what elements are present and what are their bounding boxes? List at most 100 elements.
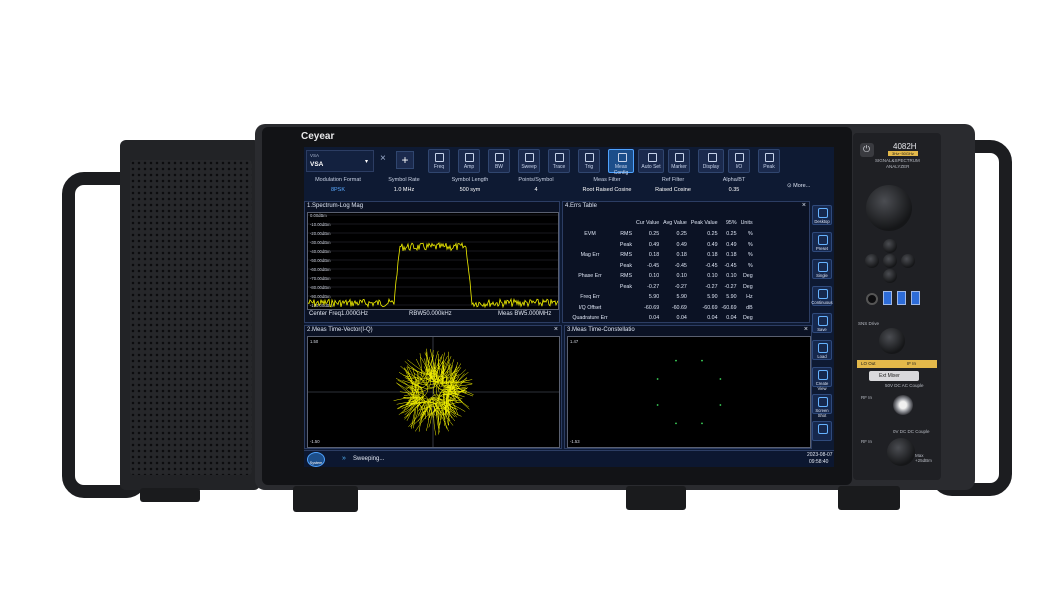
- sidebar-button[interactable]: Preset: [812, 232, 832, 252]
- model-number: 4082H: [893, 142, 917, 151]
- toolbar-icon: [708, 153, 717, 162]
- sidebar-icon: [818, 397, 828, 407]
- close-icon[interactable]: ×: [554, 326, 558, 333]
- rf-in-2-connector[interactable]: [887, 438, 915, 466]
- errs-cell-unit: Deg: [742, 283, 753, 290]
- toolbar-button[interactable]: Marker: [668, 149, 690, 173]
- if-in-label: IF In: [907, 361, 917, 366]
- toolbar-icon: [525, 153, 534, 162]
- errs-cell-cur: 0.25: [648, 231, 660, 238]
- errs-cell-avg: 5.90: [676, 294, 687, 301]
- add-view-button[interactable]: +: [396, 151, 414, 169]
- headphone-jack[interactable]: [866, 293, 878, 305]
- sidebar-button[interactable]: Create View: [812, 367, 832, 391]
- close-icon[interactable]: ×: [804, 326, 808, 333]
- sidebar-label: Save: [817, 327, 827, 332]
- errs-cell-sub: RMS: [620, 231, 632, 238]
- errs-header: Avg Value: [663, 220, 687, 226]
- sweep-status: Sweeping...: [353, 456, 385, 462]
- sidebar-button[interactable]: Save: [812, 313, 832, 333]
- usb-port[interactable]: [897, 291, 906, 305]
- toolbar-button-label: Trace: [552, 164, 566, 170]
- errs-cell-peak: 0.10: [707, 273, 718, 280]
- sidebar-button[interactable]: Single: [812, 259, 832, 279]
- param-item[interactable]: Symbol Length 500 sym: [440, 177, 500, 199]
- toolbar-button[interactable]: Auto Set: [638, 149, 664, 173]
- screen: VSA VSA ▾ × + Freq Amp BW Sweep Trace Trig Mea…: [304, 147, 834, 467]
- sidebar-button[interactable]: Desktop: [812, 205, 832, 225]
- toolbar-button[interactable]: I/O: [728, 149, 750, 173]
- spectrum-plot[interactable]: 0.00dBm -10.00dBm -20.00dBm -30.00dBm -40.00…: [307, 212, 559, 310]
- constellation-point: [656, 378, 659, 380]
- plus-icon: +: [401, 153, 409, 167]
- constellation-plot[interactable]: 1.47 -1.53: [567, 336, 811, 448]
- status-bar: System » Sweeping... 2023-08-07 09:58:40: [304, 450, 834, 467]
- errs-cell-cur: 0.49: [648, 241, 660, 248]
- usb-port[interactable]: [911, 291, 920, 305]
- toolbar-button[interactable]: Freq: [428, 149, 450, 173]
- power-button[interactable]: ⏻: [860, 143, 874, 157]
- param-item[interactable]: Points/Symbol 4: [506, 177, 566, 199]
- sidebar-button[interactable]: Continuous: [811, 286, 833, 306]
- sidebar-icon: [818, 343, 828, 353]
- errs-cell-p95: -0.27: [724, 283, 737, 290]
- constellation-pane[interactable]: 3.Meas Time-Constellatio × 1.47 -1.53: [564, 325, 812, 449]
- arrow-down-button[interactable]: [883, 269, 897, 283]
- sidebar-button[interactable]: [812, 421, 832, 441]
- errs-cell-avg: 0.10: [676, 273, 687, 280]
- errs-cell-sub: [612, 292, 634, 303]
- param-value: Raised Cosine: [655, 187, 691, 193]
- sns-drive-connector[interactable]: [879, 328, 905, 354]
- mode-selector[interactable]: VSA VSA ▾: [306, 150, 374, 172]
- param-item[interactable]: Modulation Format 8PSK: [308, 177, 368, 199]
- more-button[interactable]: ⊙ More...: [787, 183, 810, 189]
- errs-cell-group: EVM: [584, 231, 596, 238]
- toolbar-button[interactable]: Trig: [578, 149, 600, 173]
- dc-couple-label: 50V DC AC Couple: [885, 383, 924, 388]
- param-item[interactable]: Meas Filter Root Raised Cosine: [572, 177, 642, 199]
- param-item[interactable]: Ref Filter Raised Cosine: [638, 177, 708, 199]
- arrow-left-button[interactable]: [865, 254, 879, 268]
- sidebar-button[interactable]: Screen Shot: [812, 394, 832, 418]
- toolbar-button[interactable]: Trace: [548, 149, 570, 173]
- table-row: Peak 0.49 0.49 0.49 0.49%: [568, 240, 755, 251]
- param-label: Symbol Length: [451, 177, 489, 183]
- spectrum-pane[interactable]: 1.Spectrum-Log Mag 0.00dBm -10.00dBm -20.0…: [304, 201, 560, 323]
- date-text: 2023-08-07: [807, 452, 833, 458]
- sidebar-label: Preset: [815, 246, 829, 251]
- brand-logo: Ceyear: [301, 131, 335, 142]
- sidebar-icon: [818, 235, 828, 245]
- constellation-title: 3.Meas Time-Constellatio: [567, 327, 635, 333]
- toolbar-button[interactable]: BW: [488, 149, 510, 173]
- iq-vector-pane[interactable]: 2.Meas Time-Vector(I-Q) × 1.50 -1.50: [304, 325, 562, 449]
- toolbar-button[interactable]: Meas Config: [608, 149, 634, 176]
- arrow-right-button[interactable]: [901, 254, 915, 268]
- toolbar-button[interactable]: Display: [698, 149, 724, 173]
- arrow-pad[interactable]: [863, 239, 917, 283]
- arrow-up-button[interactable]: [883, 239, 897, 253]
- errs-cell-unit: dB: [746, 304, 753, 311]
- toolbar-button[interactable]: Sweep: [518, 149, 540, 173]
- sidebar-button[interactable]: Load: [812, 340, 832, 360]
- table-row: EVM RMS 0.25 0.25 0.25 0.25%: [568, 229, 755, 240]
- enter-button[interactable]: [883, 254, 897, 268]
- ext-mixer-button[interactable]: Ext Mixer: [869, 371, 919, 381]
- param-item[interactable]: Symbol Rate 1.0 MHz: [374, 177, 434, 199]
- toolbar-button[interactable]: Amp: [458, 149, 480, 173]
- toolbar-button[interactable]: Peak: [758, 149, 780, 173]
- rotary-knob[interactable]: [866, 185, 912, 231]
- iq-plot[interactable]: 1.50 -1.50: [307, 336, 560, 448]
- ext-mixer-label: Ext Mixer: [879, 373, 900, 379]
- system-button[interactable]: System: [307, 452, 325, 467]
- param-item[interactable]: Alpha/BT 0.35: [704, 177, 764, 199]
- rf-in-connector[interactable]: [893, 395, 913, 415]
- errs-header: Cur Value: [636, 220, 660, 226]
- errs-cell-p95: 0.04: [726, 315, 737, 322]
- chevron-down-icon: ▾: [365, 159, 369, 165]
- model-desc: SIGNAL&SPECTRUM: [875, 158, 920, 163]
- close-icon[interactable]: ×: [380, 153, 386, 164]
- errs-cell-peak: 0.18: [707, 252, 718, 259]
- close-icon[interactable]: ×: [802, 202, 806, 209]
- usb-port[interactable]: [883, 291, 892, 305]
- param-label: Symbol Rate: [388, 177, 420, 183]
